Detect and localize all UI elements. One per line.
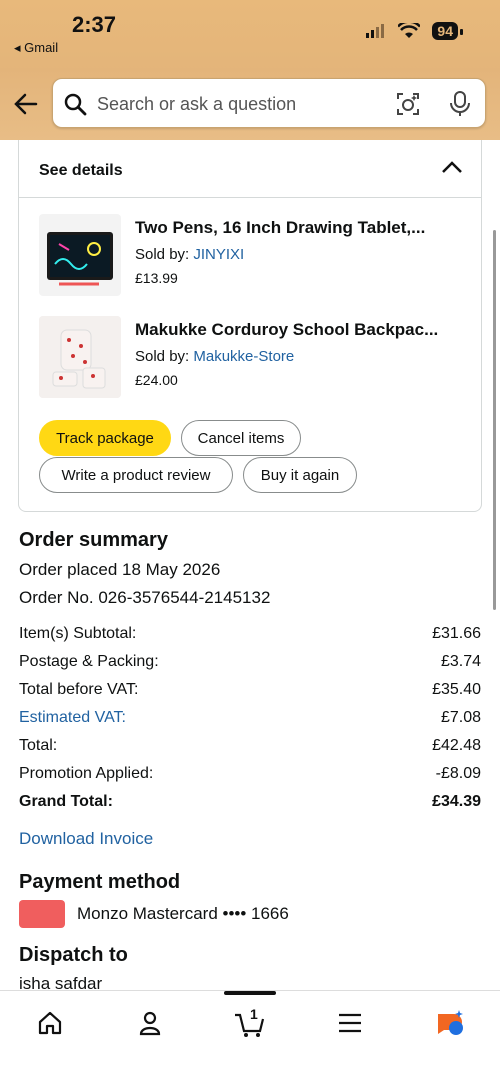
download-invoice-link[interactable]: Download Invoice: [19, 829, 153, 849]
dispatch-name: isha safdar: [19, 974, 103, 990]
drawing-tablet-thumbnail: [39, 214, 121, 296]
cart-count: 1: [250, 1007, 258, 1022]
row-label: Item(s) Subtotal:: [19, 625, 137, 642]
row-label: Total before VAT:: [19, 681, 139, 698]
chevron-up-icon: [442, 161, 462, 173]
rufus-chat-icon: [438, 1010, 463, 1035]
order-summary-heading: Order summary: [19, 529, 168, 551]
battery-indicator: 94: [432, 22, 463, 40]
cancel-items-button[interactable]: Cancel items: [181, 420, 301, 456]
list-item[interactable]: Two Pens, 16 Inch Drawing Tablet,... Sol…: [39, 214, 469, 300]
summary-row: Total: £42.48: [19, 737, 481, 755]
row-value: £7.08: [440, 709, 481, 726]
nav-account[interactable]: [130, 1005, 170, 1041]
sold-by-label: Sold by:: [135, 246, 190, 263]
payment-method-heading: Payment method: [19, 871, 181, 893]
row-label: Grand Total:: [19, 793, 113, 810]
row-value: £34.39: [432, 793, 481, 810]
row-value: £35.40: [432, 681, 481, 698]
person-icon: [139, 1011, 161, 1036]
item-title[interactable]: Makukke Corduroy School Backpac...: [135, 320, 465, 340]
back-to-gmail-link[interactable]: ◂ Gmail: [14, 40, 58, 56]
status-bar: 2:37 ◂ Gmail 94: [0, 0, 500, 78]
buy-again-button[interactable]: Buy it again: [243, 457, 357, 493]
microphone-icon[interactable]: [449, 91, 471, 117]
sold-by-label: Sold by:: [135, 348, 190, 365]
estimated-vat-link[interactable]: Estimated VAT:: [19, 709, 126, 727]
order-placed-date: Order placed 18 May 2026: [19, 560, 221, 579]
camera-lens-icon[interactable]: [395, 91, 421, 117]
row-value: £3.74: [440, 653, 481, 670]
cart-icon: 1: [235, 1007, 265, 1037]
order-number: Order No. 026-3576544-2145132: [19, 588, 271, 607]
search-header: Search or ask a question: [0, 68, 500, 140]
nav-home[interactable]: [30, 1005, 70, 1041]
home-icon: [38, 1011, 62, 1035]
active-tab-indicator: [224, 991, 276, 995]
wifi-icon: [398, 23, 421, 38]
row-label: Postage & Packing:: [19, 653, 159, 670]
row-label: Promotion Applied:: [19, 765, 154, 782]
status-time: 2:37: [72, 12, 117, 37]
item-seller-line: Sold by: JINYIXI: [135, 246, 244, 263]
monzo-card-icon: [19, 900, 65, 928]
track-package-button[interactable]: Track package: [39, 420, 171, 456]
item-price: £13.99: [135, 270, 178, 286]
summary-row: Promotion Applied: -£8.09: [19, 765, 481, 783]
see-details-toggle[interactable]: See details: [19, 140, 481, 198]
search-placeholder: Search or ask a question: [97, 94, 297, 114]
signal-icon: [366, 24, 385, 38]
item-seller-line: Sold by: Makukke-Store: [135, 348, 294, 365]
row-value: £31.66: [432, 625, 481, 642]
scrollbar[interactable]: [493, 230, 496, 610]
nav-cart[interactable]: 1: [230, 1005, 270, 1041]
seller-link[interactable]: JINYIXI: [193, 246, 244, 263]
item-price: £24.00: [135, 372, 178, 388]
backpack-thumbnail: [39, 316, 121, 398]
list-item[interactable]: Makukke Corduroy School Backpac... Sold …: [39, 316, 469, 402]
menu-icon: [339, 1013, 361, 1033]
search-icon: [64, 93, 87, 116]
status-icons: 94: [366, 22, 463, 40]
nav-menu[interactable]: [330, 1005, 370, 1041]
summary-row: Postage & Packing: £3.74: [19, 653, 481, 671]
dispatch-heading: Dispatch to: [19, 944, 128, 966]
order-details-card: See details Two Pens, 16 Inch Drawing Ta…: [18, 140, 482, 512]
grand-total-row: Grand Total: £34.39: [19, 793, 481, 811]
item-title[interactable]: Two Pens, 16 Inch Drawing Tablet,...: [135, 218, 465, 238]
back-arrow-icon[interactable]: [12, 90, 40, 118]
row-label: Total:: [19, 737, 58, 754]
see-details-label: See details: [39, 162, 123, 179]
summary-row: Estimated VAT: £7.08: [19, 709, 481, 727]
row-value: £42.48: [432, 737, 481, 754]
bottom-navigation: 1: [0, 990, 500, 1084]
seller-link[interactable]: Makukke-Store: [193, 348, 294, 365]
summary-row: Total before VAT: £35.40: [19, 681, 481, 699]
summary-row: Item(s) Subtotal: £31.66: [19, 625, 481, 643]
search-input[interactable]: Search or ask a question: [52, 78, 486, 128]
write-review-button[interactable]: Write a product review: [39, 457, 233, 493]
payment-card-label: Monzo Mastercard •••• 1666: [77, 904, 289, 923]
row-value: -£8.09: [435, 765, 481, 782]
nav-rufus[interactable]: [430, 1005, 470, 1041]
